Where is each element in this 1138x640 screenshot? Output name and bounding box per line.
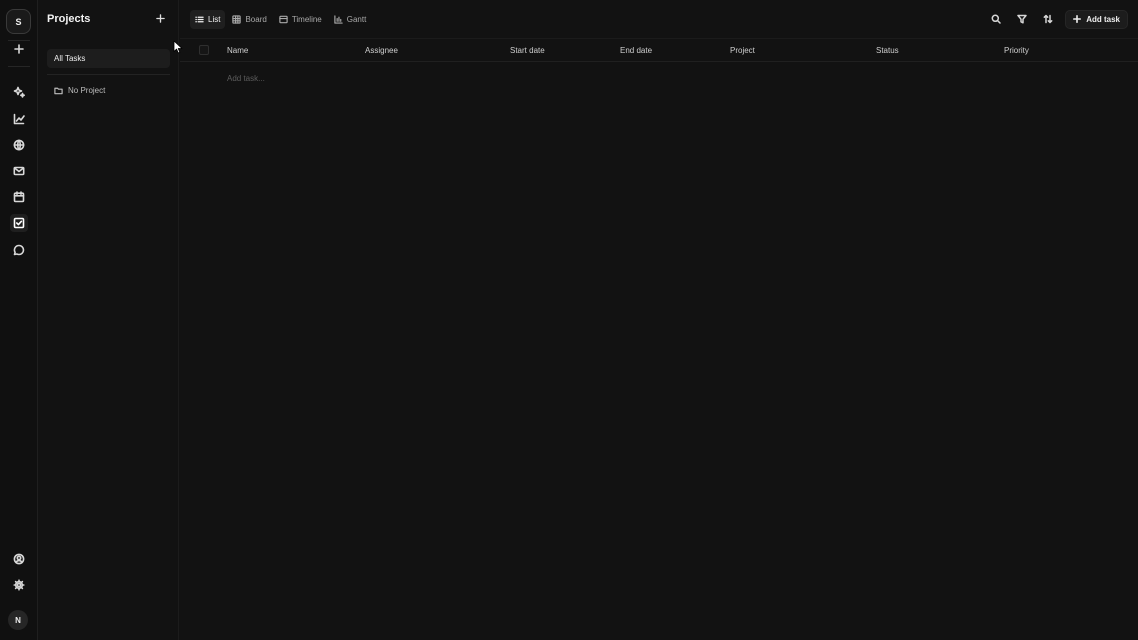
rail-web-button[interactable] [10,136,28,154]
table-header: Name Assignee Start date End date Projec… [180,40,1138,62]
column-header-name[interactable]: Name [227,46,248,55]
gear-icon [13,579,25,591]
column-header-project[interactable]: Project [730,46,755,55]
sort-icon [1043,14,1053,24]
column-header-assignee[interactable]: Assignee [365,46,398,55]
column-header-priority[interactable]: Priority [1004,46,1029,55]
rail-ai-button[interactable] [10,83,28,101]
rail-account-button[interactable] [10,550,28,568]
column-header-end-date[interactable]: End date [620,46,652,55]
tab-label: List [208,14,221,24]
add-task-row[interactable]: Add task... [227,74,265,83]
search-icon [991,14,1001,24]
list-icon [195,16,204,22]
rail-tasks-button[interactable] [10,214,28,232]
rail-divider [8,66,30,67]
column-header-start-date[interactable]: Start date [510,46,545,55]
tasks-icon [13,217,25,229]
main-content: List Board Timeline Gantt Add task Name … [180,0,1138,640]
tab-gantt[interactable]: Gantt [329,10,372,29]
sidebar-item-label: All Tasks [54,54,86,63]
tab-timeline[interactable]: Timeline [274,10,327,29]
add-task-label: Add task [1086,14,1120,24]
calendar-icon [13,191,25,203]
plus-icon [155,13,165,23]
mouse-cursor-icon [173,40,183,54]
toolbar-actions: Add task [987,9,1128,29]
sort-button[interactable] [1039,10,1057,28]
filter-button[interactable] [1013,10,1031,28]
globe-icon [13,139,25,151]
mail-icon [13,166,25,176]
gantt-icon [334,14,343,24]
sidebar-divider [47,74,170,75]
rail-settings-button[interactable] [10,576,28,594]
grid-icon [232,14,242,24]
rail-calendar-button[interactable] [10,188,28,206]
workspace-switcher[interactable]: S [6,9,31,34]
folder-icon [54,87,63,94]
tab-label: Gantt [346,14,367,24]
search-button[interactable] [987,10,1005,28]
rail-mail-button[interactable] [10,162,28,180]
rail-chat-button[interactable] [10,241,28,259]
sidebar-item-label: No Project [68,85,106,95]
view-tabs: List Board Timeline Gantt [190,9,371,29]
tab-label: Board [245,14,267,24]
sidebar-title: Projects [47,13,91,25]
add-task-button[interactable]: Add task [1065,9,1128,29]
plus-icon [1073,15,1082,23]
chart-icon [13,113,25,125]
filter-icon [1017,14,1027,24]
tab-list[interactable]: List [190,9,226,29]
column-header-status[interactable]: Status [876,46,899,55]
tab-label: Timeline [291,14,322,24]
select-all-checkbox[interactable] [199,45,209,55]
timeline-icon [279,15,288,23]
sidebar-item-no-project[interactable]: No Project [54,84,105,96]
app-rail: S N [0,0,38,640]
sparkles-icon [13,86,25,98]
user-avatar[interactable]: N [8,610,28,630]
tab-board[interactable]: Board [227,10,271,29]
projects-sidebar: Projects All Tasks No Project [39,0,179,640]
rail-analytics-button[interactable] [10,110,28,128]
account-icon [13,553,25,565]
chat-icon [13,244,25,256]
add-project-button[interactable] [154,12,166,24]
plus-icon [14,44,24,54]
toolbar-divider [180,38,1138,39]
new-item-button[interactable] [10,40,28,58]
sidebar-item-all-tasks[interactable]: All Tasks [47,49,170,68]
